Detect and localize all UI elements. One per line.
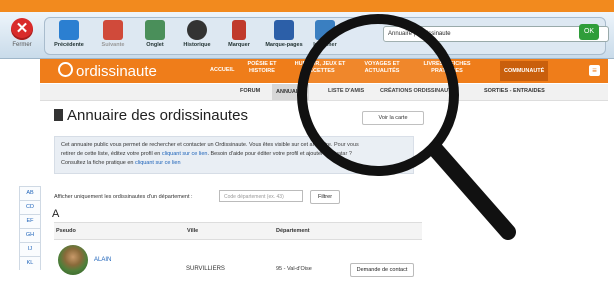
forward-label: Suivante <box>101 42 125 48</box>
page-title: Annuaire des ordissinautes <box>54 107 248 124</box>
bookmark-label: Marquer <box>228 42 250 48</box>
alpha-link[interactable]: KL <box>19 256 41 270</box>
alpha-link[interactable]: AB <box>19 186 41 200</box>
section-letter: A <box>52 208 60 220</box>
bookmark-button[interactable]: Marquer <box>217 20 261 48</box>
column-header: Ville <box>187 228 199 234</box>
nav-communaute[interactable]: COMMUNAUTÉ <box>500 61 549 81</box>
subnav-liste-amis[interactable]: LISTE D'AMIS <box>328 88 364 94</box>
tab-button[interactable]: Onglet <box>133 20 177 48</box>
subnav-creations[interactable]: CRÉATIONS ORDISSINAUTES <box>380 88 459 94</box>
tab-icon <box>145 20 165 40</box>
pseudo-link[interactable]: ALAIN <box>94 257 111 263</box>
tab-label: Onglet <box>146 42 164 48</box>
avatar <box>58 245 88 275</box>
alpha-link[interactable]: CD <box>19 200 41 214</box>
filter-label: Afficher uniquement les ordissinautes d'… <box>54 194 193 200</box>
address-bar[interactable]: Annuaire | Ordissinaute <box>383 26 609 42</box>
alpha-link[interactable]: GH <box>19 228 41 242</box>
column-header: Pseudo <box>56 228 76 234</box>
app-toolbar: ✕ Fermer Précédente Suivante Onglet Hist… <box>0 12 614 59</box>
bookmarks-label: Marque-pages <box>265 42 303 48</box>
department-filter-input[interactable]: Code département (ex. 43) <box>219 190 303 202</box>
print-button[interactable]: Imprimer <box>303 20 347 48</box>
table-header: Pseudo Ville Département <box>54 222 422 240</box>
departement-cell: 95 - Val-d'Oise <box>276 266 312 272</box>
alphabet-index: AB CD EF GH IJ KL <box>19 186 41 270</box>
back-button[interactable]: Précédente <box>47 20 91 48</box>
menu-icon[interactable]: ≡ <box>589 65 600 76</box>
info-line: Consultez la fiche pratique en cliquant … <box>61 159 407 168</box>
alpha-link[interactable]: IJ <box>19 242 41 256</box>
book-icon <box>54 109 63 121</box>
nav-voyages[interactable]: VOYAGES ET ACTUALITÉS <box>356 61 408 75</box>
back-arrow-icon <box>59 20 79 40</box>
logo-text: ordissinaute <box>76 63 157 80</box>
bookmarks-button[interactable]: Marque-pages <box>259 20 309 48</box>
print-label: Imprimer <box>313 42 337 48</box>
site-logo[interactable]: ordissinaute <box>58 62 157 80</box>
info-line: Cet annuaire public vous permet de reche… <box>61 142 359 148</box>
bookmark-icon <box>232 20 246 40</box>
nav-livres[interactable]: LIVRES & FICHES PRATIQUES <box>416 61 478 75</box>
profile-edit-link[interactable]: cliquant sur ce lien <box>162 151 208 157</box>
nav-home[interactable]: ACCUEIL <box>210 67 234 74</box>
info-text: retirer de cette liste, éditez votre pro… <box>61 151 161 157</box>
info-text: Consultez la fiche pratique en <box>61 160 134 166</box>
nav-poesie[interactable]: POÉSIE ET HISTOIRE <box>240 61 284 75</box>
close-icon: ✕ <box>11 18 33 40</box>
ok-button[interactable]: OK <box>579 24 599 40</box>
subnav-forum[interactable]: FORUM <box>240 88 260 94</box>
page-title-text: Annuaire des ordissinautes <box>67 107 248 124</box>
subnav-annuaire[interactable]: ANNUAIRE <box>272 84 310 100</box>
logo-icon <box>58 62 73 77</box>
nav-humour[interactable]: HUMOUR, JEUX ET RECETTES <box>292 61 348 75</box>
view-map-button[interactable]: Voir la carte <box>362 111 424 125</box>
contact-request-button[interactable]: Demande de contact <box>350 263 414 277</box>
toolbar-buttons: Précédente Suivante Onglet Historique Ma… <box>44 17 609 55</box>
history-label: Historique <box>183 42 211 48</box>
top-accent-strip <box>0 0 614 12</box>
forward-button[interactable]: Suivante <box>91 20 135 48</box>
info-text: . Besoin d'aide pour éditer votre profil… <box>207 151 352 157</box>
bookmarks-icon <box>274 20 294 40</box>
back-label: Précédente <box>54 42 84 48</box>
filter-button[interactable]: Filtrer <box>310 190 340 204</box>
info-line: retirer de cette liste, éditez votre pro… <box>61 150 407 159</box>
history-icon <box>187 20 207 40</box>
ville-cell: SURVILLIERS <box>186 266 225 272</box>
close-app-button[interactable]: ✕ Fermer <box>5 18 39 48</box>
help-sheet-link[interactable]: cliquant sur ce lien <box>135 160 181 166</box>
subnav-sorties[interactable]: SORTIES - ENTRAIDES <box>484 88 545 94</box>
alpha-link[interactable]: EF <box>19 214 41 228</box>
site-header: ordissinaute ACCUEIL POÉSIE ET HISTOIRE … <box>40 59 608 83</box>
info-box: Cet annuaire public vous permet de reche… <box>54 136 414 174</box>
history-button[interactable]: Historique <box>175 20 219 48</box>
printer-icon <box>315 20 335 40</box>
sub-navigation: FORUM ANNUAIRE LISTE D'AMIS CRÉATIONS OR… <box>40 84 608 101</box>
forward-arrow-icon <box>103 20 123 40</box>
close-label: Fermer <box>12 42 32 48</box>
column-header: Département <box>276 228 310 234</box>
